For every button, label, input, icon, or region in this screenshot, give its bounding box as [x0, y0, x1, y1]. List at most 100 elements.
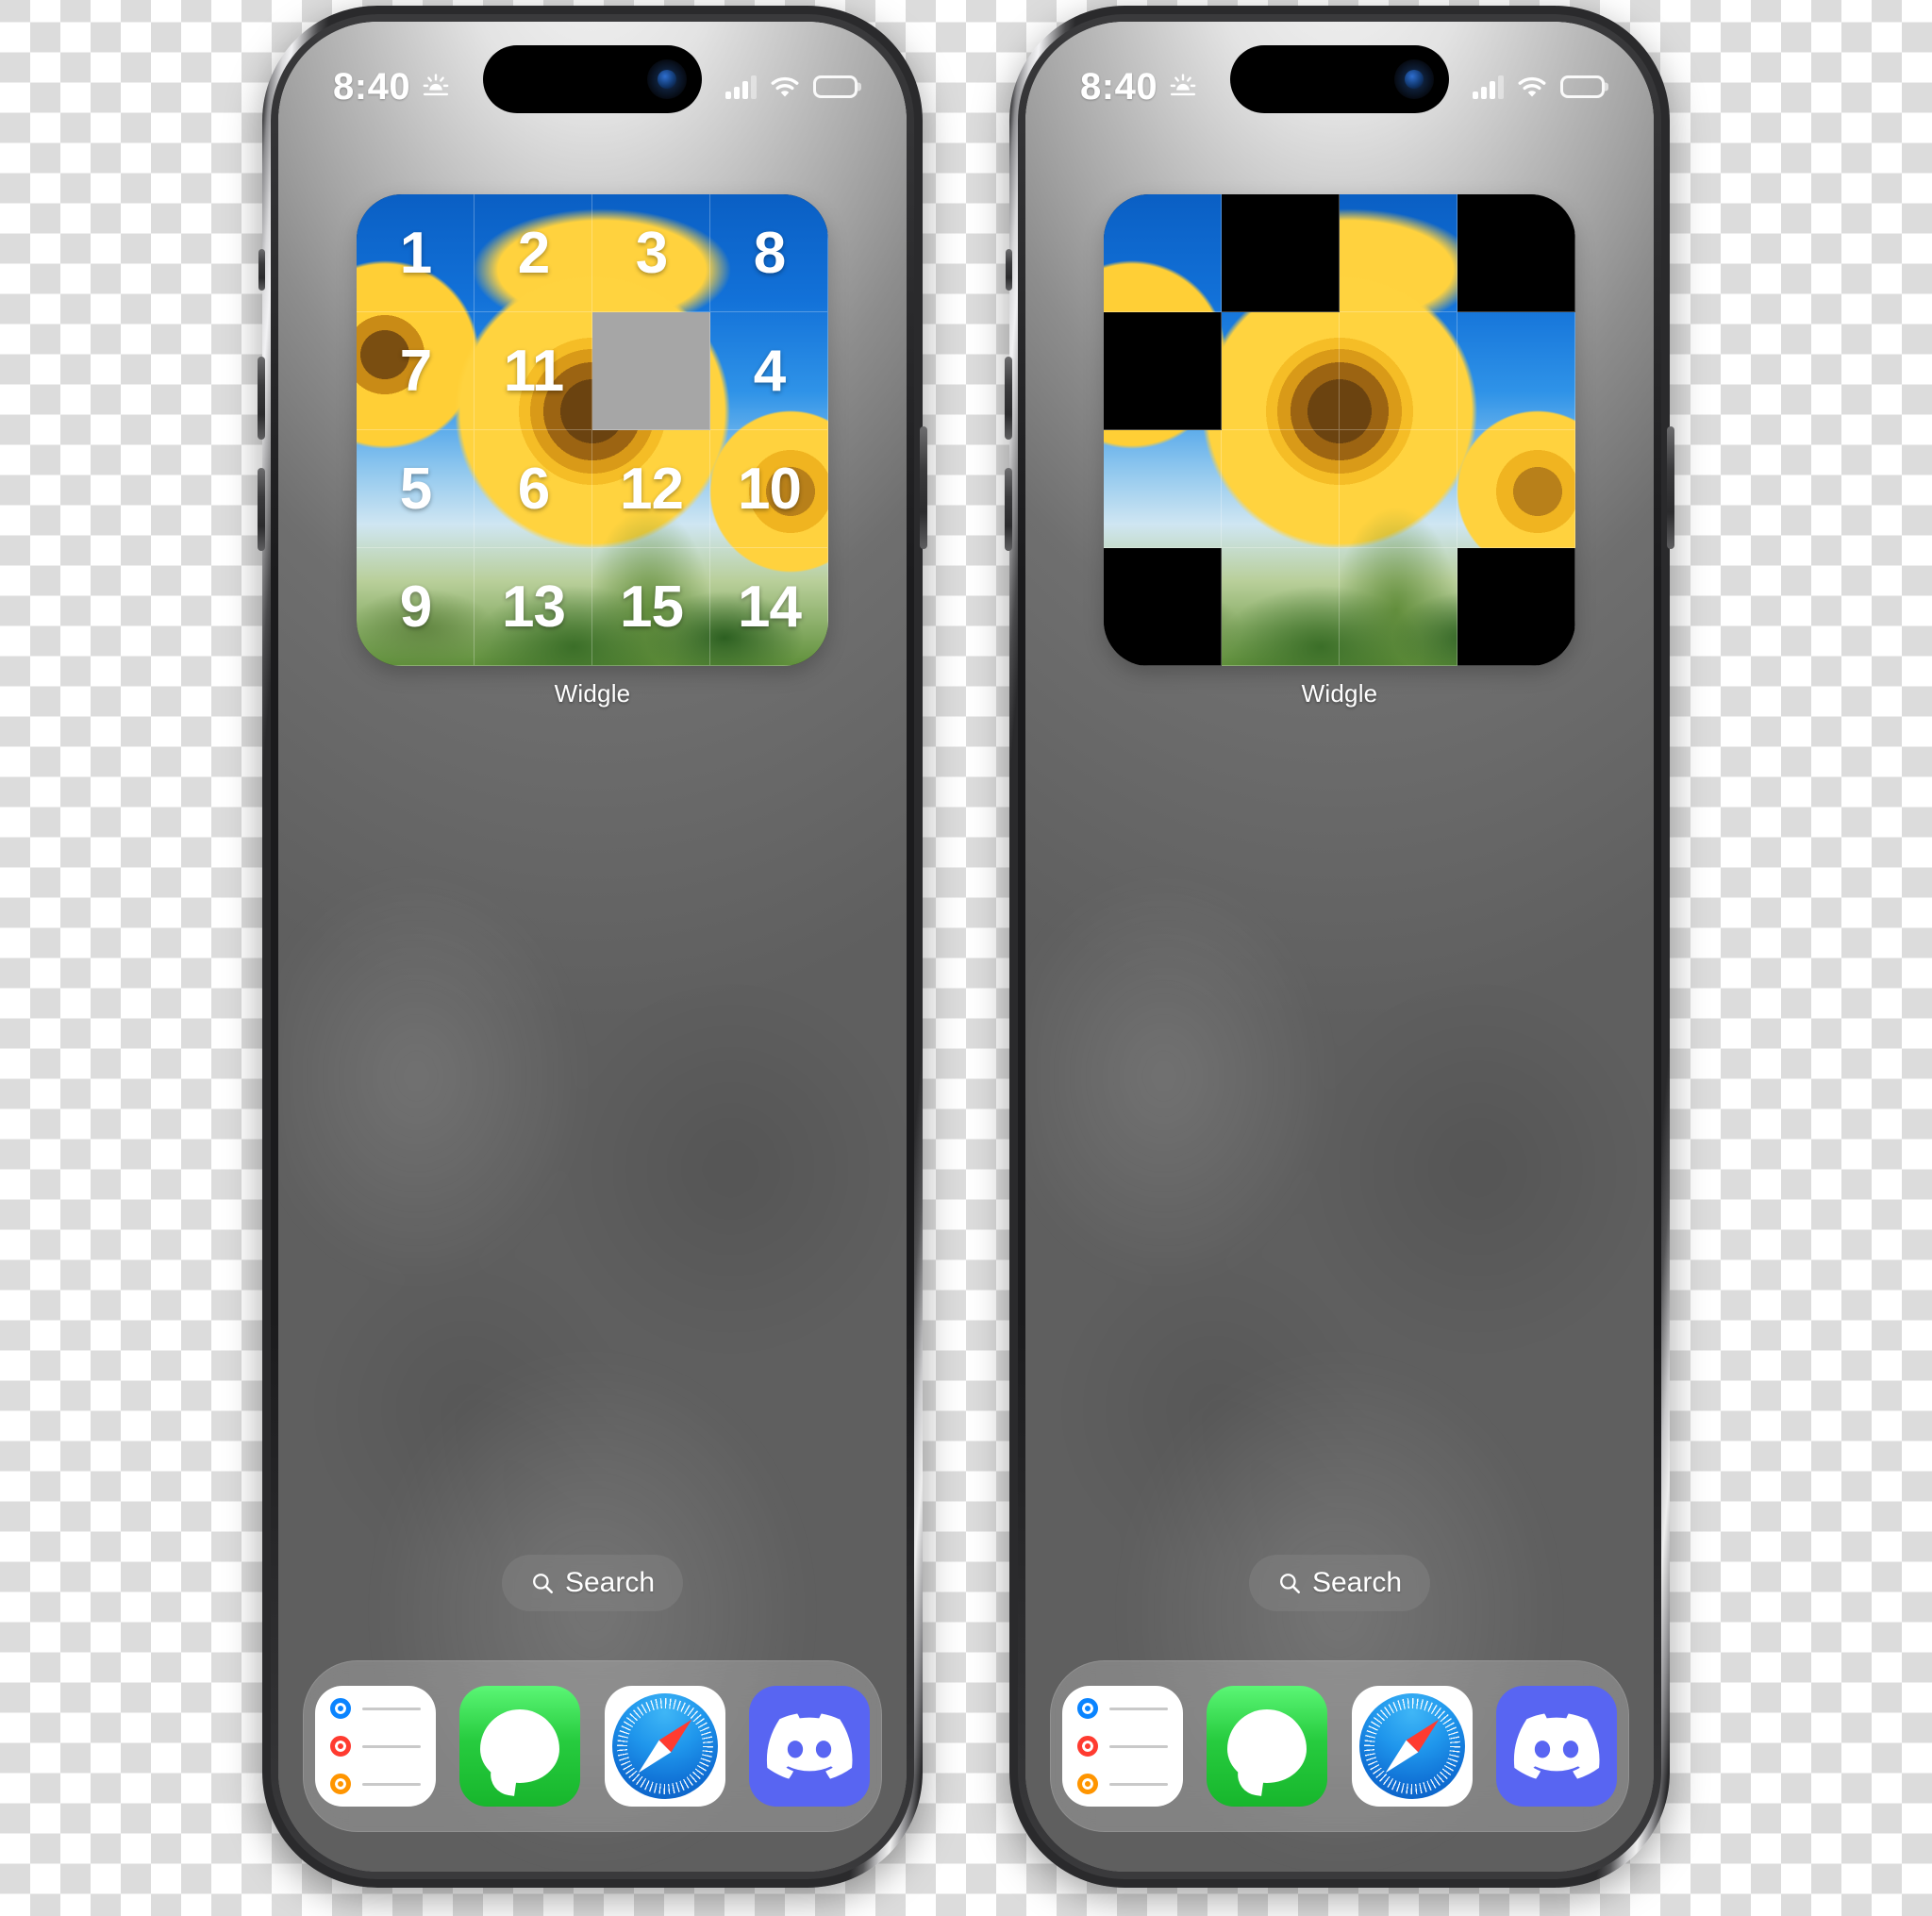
- puzzle-tile[interactable]: 3: [592, 194, 710, 312]
- puzzle-tile-number: 7: [399, 338, 432, 404]
- puzzle-tile[interactable]: 4: [710, 312, 828, 430]
- dynamic-island[interactable]: [483, 45, 702, 113]
- widgle-puzzle-widget[interactable]: 1 2 3 8 7 11 4 5 6 12 10 9 13 15 14: [357, 194, 828, 666]
- puzzle-tile[interactable]: [1340, 430, 1457, 548]
- search-icon: [533, 1574, 554, 1594]
- tile-image: [1104, 194, 1222, 312]
- volume-down-button[interactable]: [258, 468, 265, 551]
- volume-down-button[interactable]: [1005, 468, 1012, 551]
- app-icon-safari[interactable]: [604, 1686, 725, 1807]
- volume-up-button[interactable]: [258, 357, 265, 440]
- phone-screen-left: 8:40 1 2 3 8 7 11 4 5 6 12 10 9 13 15 14…: [278, 22, 907, 1872]
- puzzle-tile[interactable]: 12: [592, 430, 710, 548]
- reminders-line: [361, 1707, 421, 1710]
- reminders-dot-red: [329, 1736, 351, 1757]
- tile-image: [1340, 548, 1457, 666]
- puzzle-tile[interactable]: 5: [357, 430, 475, 548]
- tile-image: [1222, 312, 1340, 430]
- puzzle-tile[interactable]: [1222, 548, 1340, 666]
- sunrise-icon: [423, 74, 449, 96]
- status-bar-right: [725, 75, 858, 99]
- dock: [303, 1660, 882, 1832]
- power-button[interactable]: [920, 426, 927, 549]
- status-bar-left: 8:40: [333, 68, 452, 106]
- puzzle-tile-number: 6: [517, 456, 550, 522]
- battery-icon: [1560, 75, 1605, 98]
- reminders-line: [1108, 1707, 1168, 1710]
- puzzle-tile[interactable]: 7: [357, 312, 475, 430]
- puzzle-tile[interactable]: 11: [475, 312, 592, 430]
- widgle-puzzle-widget[interactable]: [1104, 194, 1575, 666]
- message-bubble-icon: [480, 1709, 560, 1783]
- puzzle-tile[interactable]: [1457, 548, 1575, 666]
- puzzle-tile[interactable]: 2: [475, 194, 592, 312]
- dynamic-island[interactable]: [1230, 45, 1449, 113]
- puzzle-tile[interactable]: 10: [710, 430, 828, 548]
- puzzle-tile[interactable]: [1457, 430, 1575, 548]
- puzzle-tile-number: 14: [738, 574, 802, 640]
- puzzle-tile[interactable]: [1340, 548, 1457, 666]
- puzzle-tile-number: 2: [517, 220, 550, 286]
- sunrise-icon: [1170, 74, 1196, 96]
- puzzle-tile[interactable]: 13: [475, 548, 592, 666]
- puzzle-tile-number: 12: [620, 456, 684, 522]
- app-icon-safari[interactable]: [1351, 1686, 1473, 1807]
- puzzle-tile[interactable]: 15: [592, 548, 710, 666]
- puzzle-tile-number: 9: [399, 574, 432, 640]
- reminders-line: [361, 1744, 421, 1748]
- compass-icon: [611, 1693, 718, 1799]
- battery-icon: [813, 75, 858, 98]
- search-button[interactable]: Search: [501, 1555, 684, 1611]
- reminders-dot-red: [1076, 1736, 1098, 1757]
- puzzle-tile[interactable]: [1104, 548, 1222, 666]
- power-button[interactable]: [1667, 426, 1674, 549]
- puzzle-tile[interactable]: [1104, 312, 1222, 430]
- puzzle-tile[interactable]: 1: [357, 194, 475, 312]
- volume-up-button[interactable]: [1005, 357, 1012, 440]
- puzzle-tile[interactable]: 9: [357, 548, 475, 666]
- silent-switch[interactable]: [258, 249, 265, 291]
- phone-screen-right: 8:40 Widgle Search: [1025, 22, 1654, 1872]
- puzzle-tile[interactable]: [1104, 430, 1222, 548]
- puzzle-tile[interactable]: [1222, 312, 1340, 430]
- search-label: Search: [1311, 1567, 1403, 1598]
- widget-label: Widgle: [1301, 679, 1378, 708]
- puzzle-tile-empty[interactable]: [592, 312, 710, 430]
- front-camera-icon: [647, 59, 687, 99]
- reminders-line: [361, 1782, 421, 1786]
- puzzle-tile[interactable]: [1457, 312, 1575, 430]
- silent-switch[interactable]: [1006, 249, 1012, 291]
- puzzle-tile[interactable]: [1222, 430, 1340, 548]
- puzzle-tile[interactable]: 8: [710, 194, 828, 312]
- clock: 8:40: [1080, 66, 1158, 108]
- puzzle-tile-number: 11: [503, 338, 565, 404]
- puzzle-tile[interactable]: [1340, 194, 1457, 312]
- puzzle-tile[interactable]: [1457, 194, 1575, 312]
- puzzle-tile[interactable]: 6: [475, 430, 592, 548]
- phone-right: 8:40 Widgle Search: [1005, 6, 1674, 1888]
- message-bubble-icon: [1227, 1709, 1307, 1783]
- puzzle-tile[interactable]: [1222, 194, 1340, 312]
- app-icon-messages[interactable]: [1207, 1686, 1328, 1807]
- puzzle-tile-number: 4: [753, 338, 786, 404]
- app-icon-messages[interactable]: [459, 1686, 581, 1807]
- app-icon-reminders[interactable]: [1061, 1686, 1183, 1807]
- app-icon-reminders[interactable]: [314, 1686, 436, 1807]
- reminders-dot-orange: [1076, 1774, 1098, 1794]
- screenshot-stage: 8:40 1 2 3 8 7 11 4 5 6 12 10 9 13 15 14…: [0, 0, 1932, 1916]
- clock: 8:40: [333, 66, 411, 108]
- reminders-dot-orange: [329, 1774, 351, 1794]
- puzzle-tile-number: 10: [738, 456, 802, 522]
- reminders-line: [1108, 1744, 1168, 1748]
- app-icon-discord[interactable]: [749, 1686, 871, 1807]
- puzzle-tile[interactable]: [1104, 194, 1222, 312]
- puzzle-tile[interactable]: 14: [710, 548, 828, 666]
- app-icon-discord[interactable]: [1496, 1686, 1618, 1807]
- tile-image: [1340, 430, 1457, 548]
- tile-image: [1222, 430, 1340, 548]
- compass-needle: [625, 1706, 706, 1787]
- search-button[interactable]: Search: [1248, 1555, 1431, 1611]
- puzzle-tile[interactable]: [1340, 312, 1457, 430]
- search-icon: [1280, 1574, 1301, 1594]
- dock: [1050, 1660, 1629, 1832]
